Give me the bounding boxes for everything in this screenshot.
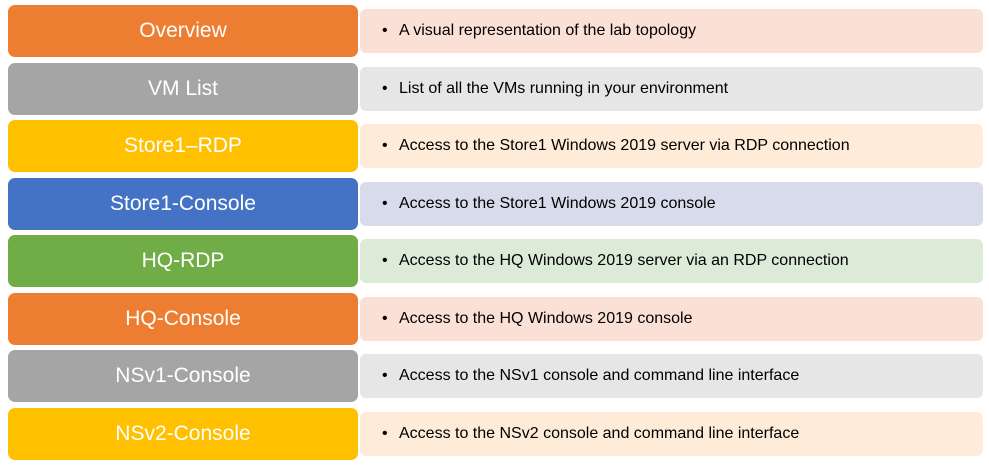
label-vm-list: VM List [8, 62, 358, 115]
desc-text: Access to the Store1 Windows 2019 consol… [399, 194, 716, 212]
bullet: • [382, 79, 388, 97]
row-hq-console: HQ-Console • Access to the HQ Windows 201… [8, 292, 983, 345]
label-store1-rdp: Store1–RDP [8, 120, 358, 172]
desc-text: Access to the Store1 Windows 2019 server… [399, 137, 850, 154]
desc-text: A visual representation of the lab topol… [399, 22, 697, 39]
row-store1-rdp: Store1–RDP • Access to the Store1 Windows… [8, 120, 983, 172]
label-nsv2-console: NSv2-Console [8, 407, 358, 460]
row-nsv2-console: NSv2-Console • Access to the NSv2 console… [8, 407, 983, 460]
desc-text: List of all the VMs running in your envi… [399, 79, 729, 97]
bullet: • [382, 22, 388, 39]
row-nsv1-console: NSv1-Console • Access to the NSv1 console… [8, 350, 983, 402]
desc-text: Access to the HQ Windows 2019 server via… [399, 252, 849, 269]
lab-tabs-diagram: Overview • A visual representation of the… [8, 5, 983, 465]
label-store1-console: Store1-Console [8, 177, 358, 230]
label-hq-rdp: HQ-RDP [8, 235, 358, 287]
row-hq-rdp: HQ-RDP • Access to the HQ Windows 2019 se… [8, 235, 983, 287]
desc-text: Access to the NSv2 console and command l… [399, 424, 800, 442]
desc-overview: • A visual representation of the lab topo… [360, 9, 983, 53]
row-vm-list: VM List • List of all the VMs running in … [8, 62, 983, 115]
desc-nsv1-console: • Access to the NSv1 console and command … [360, 354, 983, 398]
desc-store1-console: • Access to the Store1 Windows 2019 conso… [360, 181, 983, 226]
desc-vm-list: • List of all the VMs running in your env… [360, 66, 983, 111]
desc-nsv2-console: • Access to the NSv2 console and command … [360, 411, 983, 456]
desc-text: Access to the NSv1 console and command l… [399, 367, 800, 384]
bullet: • [382, 367, 388, 384]
label-hq-console: HQ-Console [8, 292, 358, 345]
desc-hq-console: • Access to the HQ Windows 2019 console [360, 296, 983, 341]
label-overview: Overview [8, 5, 358, 57]
label-nsv1-console: NSv1-Console [8, 350, 358, 402]
row-store1-console: Store1-Console • Access to the Store1 Win… [8, 177, 983, 230]
bullet: • [382, 137, 388, 154]
desc-text: Access to the HQ Windows 2019 console [399, 309, 693, 327]
row-overview: Overview • A visual representation of the… [8, 5, 983, 57]
bullet: • [382, 309, 388, 327]
bullet: • [382, 424, 388, 442]
bullet: • [382, 194, 388, 212]
bullet: • [382, 252, 388, 269]
desc-store1-rdp: • Access to the Store1 Windows 2019 serve… [360, 124, 983, 168]
desc-hq-rdp: • Access to the HQ Windows 2019 server vi… [360, 239, 983, 283]
